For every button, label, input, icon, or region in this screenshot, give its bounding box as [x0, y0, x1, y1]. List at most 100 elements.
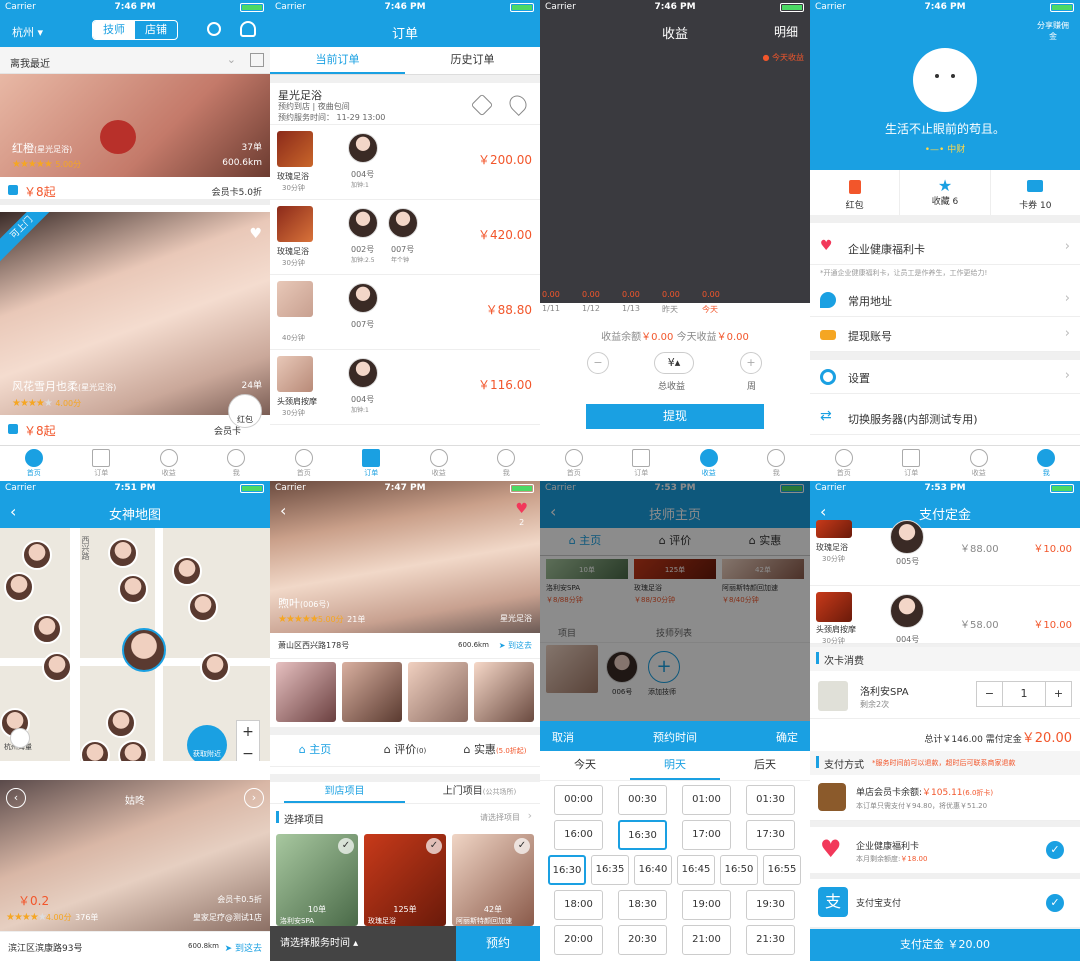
- tech-card-photo[interactable]: 红橙(星光足浴) ★★★★★ 5.00分 37单 600.6km: [0, 74, 270, 177]
- heart-icon[interactable]: ♥: [249, 226, 262, 242]
- order-store-header[interactable]: 星光足浴 预约到店 | 夜曲包间 预约服务时间： 11-29 13:00: [270, 83, 540, 125]
- menu-settings[interactable]: 设置 ›: [810, 360, 1080, 394]
- time-slot[interactable]: 21:00: [682, 925, 731, 955]
- day-today[interactable]: 今天: [540, 751, 630, 780]
- map-pin[interactable]: [118, 574, 148, 604]
- order-item[interactable]: 头颈肩按摩 30分钟 004号 加钟:1 ￥116.00: [270, 350, 540, 425]
- yen-icon[interactable]: ¥▴: [654, 352, 694, 374]
- map-view[interactable]: 西兴路 杭州海量 获取附近 +−: [0, 528, 270, 761]
- search-icon[interactable]: [207, 22, 221, 36]
- location-icon[interactable]: [505, 91, 531, 117]
- time-slot[interactable]: 18:30: [618, 890, 667, 920]
- nearby-button[interactable]: 获取附近: [187, 725, 227, 761]
- minus-button[interactable]: −: [977, 682, 1003, 706]
- tab-current-orders[interactable]: 当前订单: [270, 47, 405, 74]
- prev-arrow-icon[interactable]: ‹: [6, 788, 26, 808]
- order-item[interactable]: 玫瑰足浴 30分钟 004号 加钟:1 ￥200.00: [270, 125, 540, 200]
- menu-switch-server[interactable]: ⇄ 切换服务器(内部测试专用): [810, 401, 1080, 435]
- time-slot[interactable]: 16:00: [554, 820, 603, 850]
- tab-me[interactable]: 我: [203, 446, 271, 481]
- time-slot[interactable]: 01:00: [682, 785, 731, 815]
- tab-review[interactable]: ⌂ 评价(0): [360, 735, 450, 766]
- tab-history-orders[interactable]: 历史订单: [405, 47, 540, 74]
- tab-home[interactable]: ⌂ 主页: [270, 735, 360, 766]
- menu-health-card[interactable]: ♥ 企业健康福利卡 ›: [810, 231, 1080, 265]
- time-slot[interactable]: 16:35: [591, 855, 629, 885]
- back-icon[interactable]: ‹: [280, 501, 286, 520]
- tab-deal[interactable]: ⌂ 实惠(5.0折起): [450, 735, 540, 766]
- map-pin[interactable]: [22, 540, 52, 570]
- modal-overlay[interactable]: [540, 481, 810, 721]
- time-slot[interactable]: 16:50: [720, 855, 758, 885]
- like-button[interactable]: ♥ 2: [515, 502, 528, 529]
- map-pin[interactable]: [42, 652, 72, 682]
- map-pin[interactable]: [108, 538, 138, 568]
- quantity-value[interactable]: 1: [1003, 682, 1045, 706]
- map-pin[interactable]: [122, 628, 166, 672]
- cancel-button[interactable]: 取消: [552, 729, 574, 745]
- map-user-icon[interactable]: [240, 21, 256, 37]
- map-pin[interactable]: [4, 572, 34, 602]
- city-selector[interactable]: 杭州 ▾: [12, 24, 43, 40]
- tab-me[interactable]: 我: [743, 446, 811, 481]
- map-pin[interactable]: [188, 592, 218, 622]
- map-pin[interactable]: [200, 652, 230, 682]
- time-slot[interactable]: 20:00: [554, 925, 603, 955]
- tab-home[interactable]: 首页: [810, 446, 878, 481]
- time-slot[interactable]: 16:55: [763, 855, 801, 885]
- day-tomorrow[interactable]: 明天: [630, 751, 720, 780]
- map-pin[interactable]: [118, 740, 148, 761]
- go-button[interactable]: ➤ 到这去: [499, 640, 532, 651]
- pay-deposit-button[interactable]: 支付定金 ￥20.00: [810, 929, 1080, 961]
- gallery-photo[interactable]: [408, 662, 468, 722]
- pay-alipay[interactable]: 支 支付宝支付 ✓: [810, 879, 1080, 927]
- pay-member-card[interactable]: 单店会员卡余额:￥105.11(6.0折卡) 本订单只需支付￥94.80，将优惠…: [810, 775, 1080, 821]
- time-slot[interactable]: 17:00: [682, 820, 731, 850]
- quantity-stepper[interactable]: − 1 +: [976, 681, 1072, 707]
- tech-carousel[interactable]: 姑咚 ‹ › ￥0.2 ★★★★★4.00分 376单 会员卡0.5折 皇家足疗…: [0, 780, 270, 931]
- gallery-photo[interactable]: [342, 662, 402, 722]
- tab-home[interactable]: 首页: [0, 446, 68, 481]
- map-pin[interactable]: [32, 614, 62, 644]
- stat-coupons[interactable]: 卡券 10: [991, 170, 1080, 215]
- phone-icon[interactable]: [470, 93, 494, 117]
- time-slot[interactable]: 21:30: [746, 925, 795, 955]
- tab-order[interactable]: 订单: [608, 446, 676, 481]
- time-slot[interactable]: 18:00: [554, 890, 603, 920]
- avatar[interactable]: [913, 48, 977, 112]
- next-arrow-icon[interactable]: ›: [244, 788, 264, 808]
- time-slot[interactable]: 16:45: [677, 855, 715, 885]
- time-slot[interactable]: 01:30: [746, 785, 795, 815]
- tab-income[interactable]: 收益: [135, 446, 203, 481]
- order-item[interactable]: 玫瑰足浴 30分钟 002号 加钟:2.5 007号 年个钟 ￥420.00: [270, 200, 540, 275]
- detail-button[interactable]: 明细: [774, 23, 798, 40]
- gallery-photo[interactable]: [276, 662, 336, 722]
- time-slot[interactable]: 19:30: [746, 890, 795, 920]
- project-card[interactable]: ✓ 125单 玫瑰足浴: [364, 834, 446, 926]
- tab-store[interactable]: 店铺: [135, 21, 177, 39]
- map-pin[interactable]: [172, 556, 202, 586]
- time-slot[interactable]: 00:30: [618, 785, 667, 815]
- menu-account[interactable]: 提现账号 ›: [810, 318, 1080, 352]
- project-card[interactable]: ✓ 10单 洛利安SPA: [276, 834, 358, 926]
- grid-icon[interactable]: [250, 53, 264, 67]
- day-after[interactable]: 后天: [720, 751, 810, 780]
- select-project-row[interactable]: 选择项目 请选择项目 ›: [270, 804, 540, 832]
- zoom-control[interactable]: + −: [236, 720, 260, 761]
- tech-card-photo[interactable]: 可上门 ♥ 风花雪月也柔(星光足浴) ★★★★★ 4.00分 24单: [0, 212, 270, 415]
- time-slot[interactable]: 16:30: [548, 855, 586, 885]
- time-slot[interactable]: 17:30: [746, 820, 795, 850]
- menu-address[interactable]: 常用地址 ›: [810, 283, 1080, 317]
- plus-button[interactable]: +: [740, 352, 762, 374]
- date-label[interactable]: 今天: [702, 304, 718, 315]
- project-card[interactable]: ✓ 42单 阿丽斯特颜回加速: [452, 834, 534, 926]
- share-button[interactable]: 分享赚佣金: [1034, 20, 1072, 42]
- time-slot[interactable]: 16:30: [618, 820, 667, 850]
- map-pin[interactable]: [106, 708, 136, 738]
- tab-order[interactable]: 订单: [338, 446, 406, 481]
- time-slot[interactable]: 20:30: [618, 925, 667, 955]
- withdraw-button[interactable]: 提现: [586, 404, 764, 429]
- redpack-button[interactable]: 红包: [228, 394, 262, 428]
- tab-home[interactable]: 首页: [540, 446, 608, 481]
- tab-order[interactable]: 订单: [68, 446, 136, 481]
